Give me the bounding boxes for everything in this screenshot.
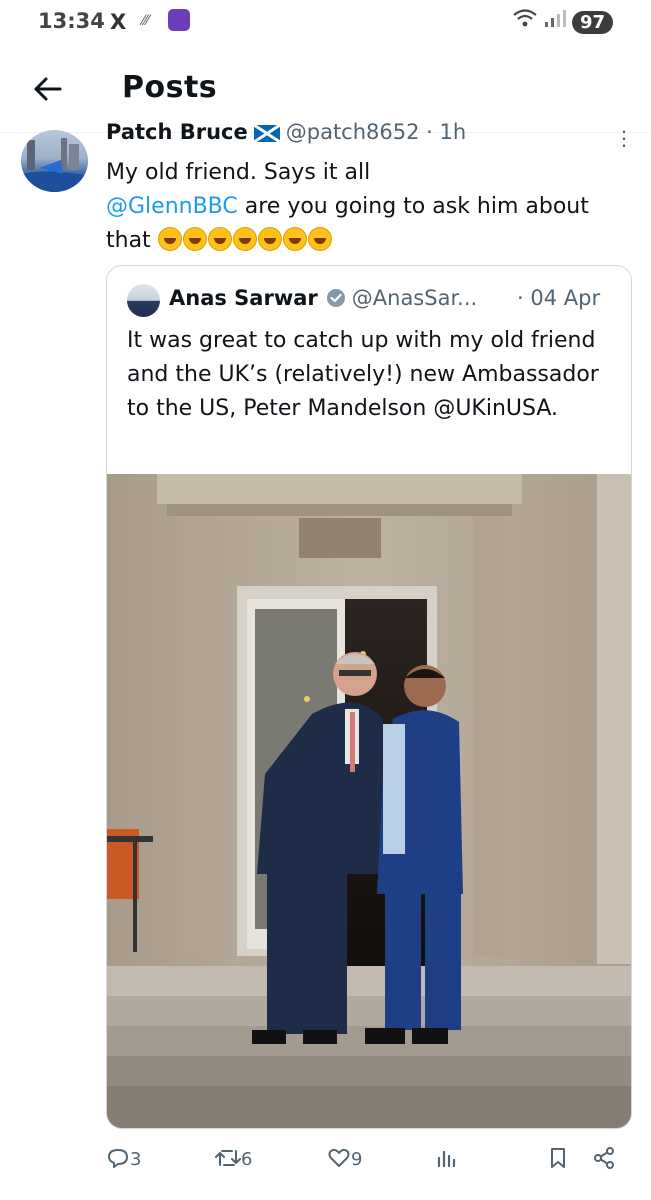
tweet-text-line1: My old friend. Says it all xyxy=(106,160,371,185)
reply-icon xyxy=(108,1149,128,1168)
signal-icon xyxy=(544,10,566,27)
app-notification-icon xyxy=(168,9,190,31)
back-button[interactable] xyxy=(24,66,70,112)
author-handle[interactable]: @patch8652 xyxy=(286,120,420,144)
quoted-tweet-photo[interactable] xyxy=(107,474,631,1128)
reply-count: 3 xyxy=(130,1149,142,1170)
views-button[interactable] xyxy=(434,1146,458,1170)
repost-button[interactable]: 6 xyxy=(215,1146,252,1170)
tweet-time: 1h xyxy=(439,120,467,144)
tweet-header: Patch Bruce @patch8652 · 1h xyxy=(106,120,466,146)
quoted-tweet-text: It was great to catch up with my old fri… xyxy=(127,328,599,421)
share-button[interactable] xyxy=(592,1146,616,1170)
tweet-text-line3: that xyxy=(106,224,636,258)
tweet-text-line2-rest: are you going to ask him about xyxy=(237,194,589,219)
author-avatar[interactable] xyxy=(21,130,88,192)
tweet-actions: 3 6 9 xyxy=(0,1140,651,1180)
quoted-author-name[interactable]: Anas Sarwar xyxy=(169,286,318,310)
header-separator: · xyxy=(426,120,433,144)
wifi-icon xyxy=(513,9,537,27)
laughing-emoji-icon xyxy=(207,227,232,251)
page-title: Posts xyxy=(122,70,218,105)
mention-link[interactable]: @GlennBBC xyxy=(106,194,238,219)
laughing-emoji-icon xyxy=(257,227,282,251)
quoted-tweet-card[interactable]: Anas Sarwar @AnasSar... · 04 Apr It was … xyxy=(106,265,632,1129)
quoted-author-avatar[interactable] xyxy=(127,284,160,317)
tweet-text: My old friend. Says it all @GlennBBC are… xyxy=(106,156,636,258)
quoted-author-handle[interactable]: @AnasSar... xyxy=(352,286,477,310)
cast-icon: ⁄⁄⁄ xyxy=(142,13,150,29)
status-bar: 13:34 X ⁄⁄⁄ 97 xyxy=(0,0,651,44)
scotland-flag-icon xyxy=(253,124,280,142)
x-logo-icon: X xyxy=(110,10,127,34)
verified-badge-icon xyxy=(326,289,345,307)
laughing-emoji-icon xyxy=(307,227,332,251)
views-chart-icon xyxy=(437,1150,456,1168)
rolling-laughing-emoji-icon xyxy=(182,227,207,251)
tweet-text-line2: @GlennBBC are you going to ask him about xyxy=(106,190,636,224)
status-time: 13:34 xyxy=(38,9,105,33)
status-right: 97 xyxy=(512,8,613,34)
page-header: Posts xyxy=(0,52,651,124)
laughing-emoji-icon xyxy=(232,227,257,251)
laughing-emoji-icon xyxy=(157,227,182,251)
bookmark-button[interactable] xyxy=(546,1146,570,1170)
like-button[interactable]: 9 xyxy=(327,1146,362,1170)
quoted-tweet-date: · 04 Apr xyxy=(517,286,601,310)
reply-button[interactable]: 3 xyxy=(106,1146,141,1170)
like-count: 9 xyxy=(351,1149,363,1170)
author-name[interactable]: Patch Bruce xyxy=(106,120,248,144)
avatar-image xyxy=(21,138,88,192)
battery-indicator: 97 xyxy=(571,11,613,34)
rolling-laughing-emoji-icon xyxy=(282,227,307,251)
repost-icon xyxy=(215,1150,241,1166)
quoted-tweet-header: Anas Sarwar @AnasSar... xyxy=(169,286,477,310)
tweet-text-line3-word: that xyxy=(106,228,151,253)
share-icon xyxy=(594,1147,614,1169)
arrow-left-icon xyxy=(34,77,62,101)
repost-count: 6 xyxy=(241,1149,253,1170)
bookmark-icon xyxy=(551,1148,565,1168)
heart-icon xyxy=(328,1148,350,1167)
more-options-icon[interactable]: ⋮ xyxy=(614,128,634,148)
